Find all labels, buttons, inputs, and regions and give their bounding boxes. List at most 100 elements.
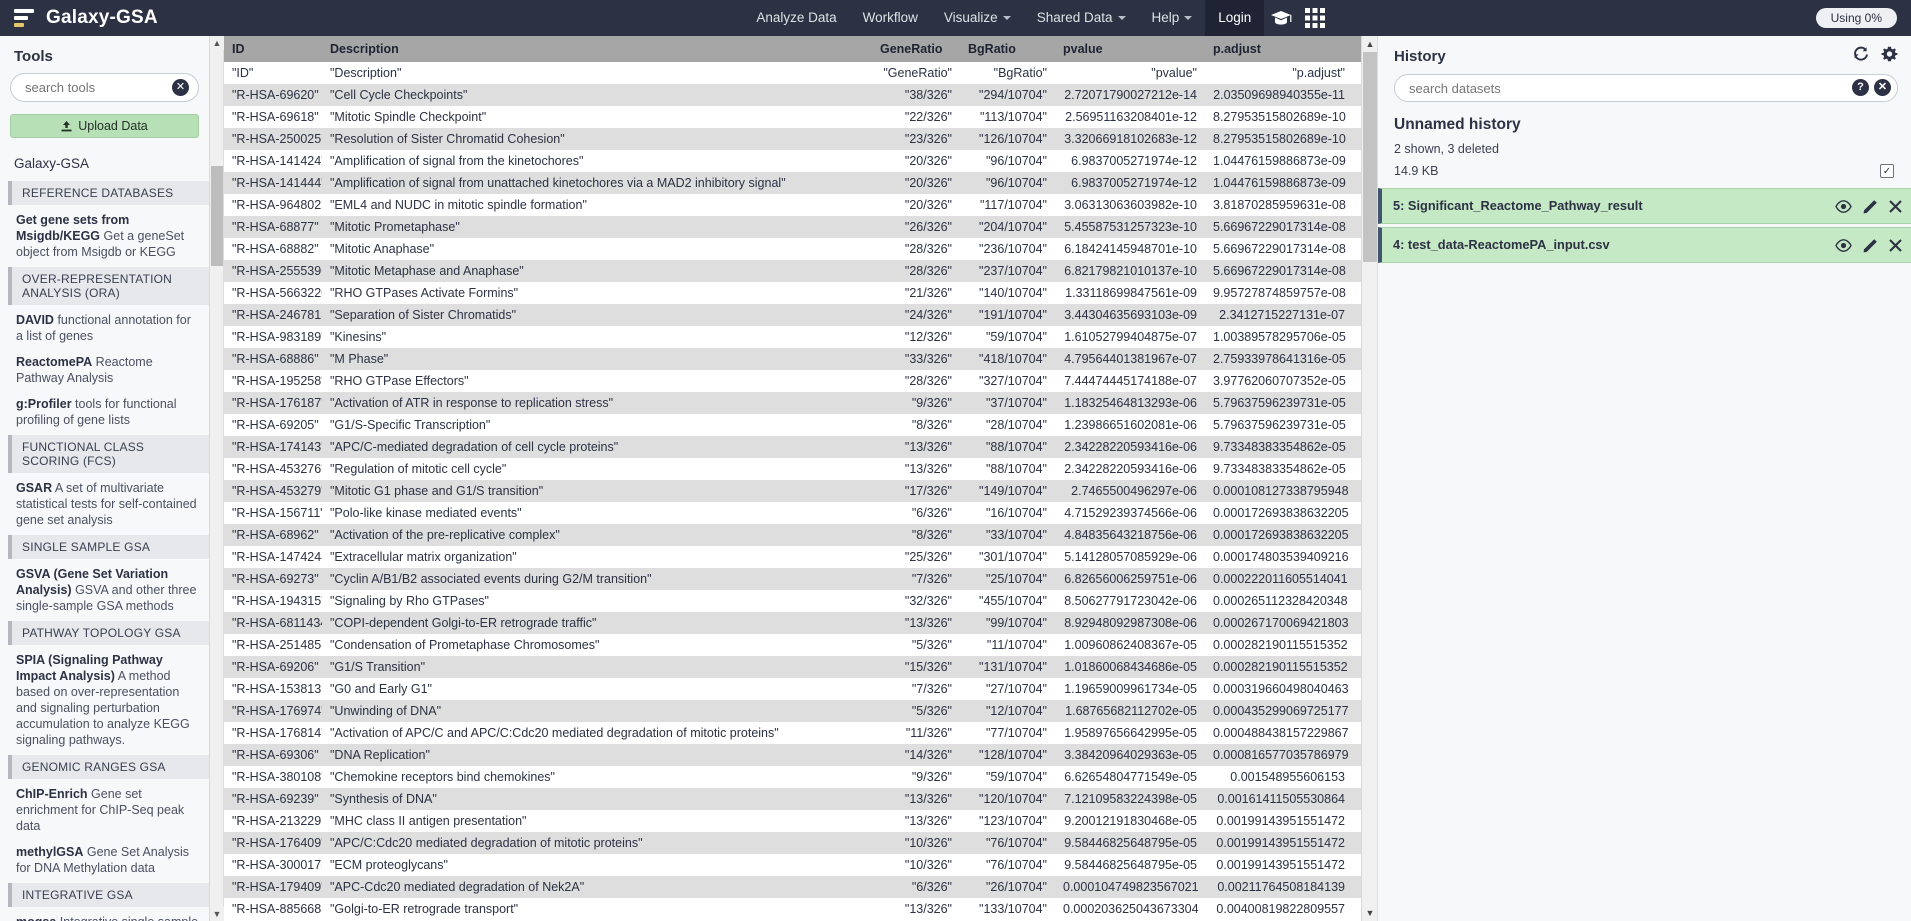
table-row[interactable]: "R-HSA-9648025" "EML4 and NUDC in mitotic… (224, 194, 1361, 216)
nav-workflow[interactable]: Workflow (850, 0, 931, 36)
scroll-thumb[interactable] (1363, 52, 1377, 262)
grid-apps-icon[interactable] (1298, 0, 1332, 36)
tool-chip-enrich[interactable]: ChIP-Enrich Gene set enrichment for ChIP… (8, 781, 209, 839)
table-row[interactable]: "R-HSA-141424" "Amplification of signal f… (224, 150, 1361, 172)
column-header-generatio[interactable]: GeneRatio (872, 36, 960, 62)
table-row[interactable]: "R-HSA-68886" "M Phase" "33/326" "418/10704… (224, 348, 1361, 370)
table-row[interactable]: "ID" "Description" "GeneRatio" "BgRatio" "pv… (224, 62, 1361, 84)
table-row[interactable]: "R-HSA-2514853" "Condensation of Prometap… (224, 634, 1361, 656)
tool-gsar[interactable]: GSAR A set of multivariate statistical t… (8, 475, 209, 533)
history-name[interactable]: Unnamed history (1378, 108, 1911, 136)
eye-icon[interactable] (1835, 239, 1852, 252)
tool-search-input[interactable] (10, 73, 199, 102)
table-row[interactable]: "R-HSA-68882" "Mitotic Anaphase" "28/326" "… (224, 238, 1361, 260)
upload-data-button[interactable]: Upload Data (10, 114, 199, 138)
column-header-description[interactable]: Description (322, 36, 872, 62)
tool-gsva[interactable]: GSVA (Gene Set Variation Analysis) GSVA … (8, 561, 209, 619)
scroll-thumb[interactable] (211, 166, 223, 266)
table-row[interactable]: "R-HSA-2500257" "Resolution of Sister Chr… (224, 128, 1361, 150)
table-row[interactable]: "R-HSA-176974" "Unwinding of DNA" "5/326" "… (224, 700, 1361, 722)
table-row[interactable]: "R-HSA-5663220" "RHO GTPases Activate For… (224, 282, 1361, 304)
tool-section-genomic-ranges-gsa[interactable]: GENOMIC RANGES GSA (8, 755, 209, 779)
table-row[interactable]: "R-HSA-68962" "Activation of the pre-repl… (224, 524, 1361, 546)
tool-david[interactable]: DAVID functional annotation for a list o… (8, 307, 209, 349)
history-search-input[interactable] (1394, 74, 1898, 102)
eye-icon[interactable] (1835, 200, 1852, 213)
refresh-icon[interactable] (1852, 46, 1869, 66)
table-row[interactable]: "R-HSA-176187" "Activation of ATR in resp… (224, 392, 1361, 414)
table-row[interactable]: "R-HSA-174143" "APC/C-mediated degradatio… (224, 436, 1361, 458)
pencil-icon[interactable] (1863, 199, 1878, 214)
tool-reactomepa[interactable]: ReactomePA Reactome Pathway Analysis (8, 349, 209, 391)
dataset-item[interactable]: 4: test_data-ReactomePA_input.csv (1378, 227, 1911, 263)
close-icon[interactable] (1889, 200, 1902, 213)
table-row[interactable]: "R-HSA-68877" "Mitotic Prometaphase" "26/3… (224, 216, 1361, 238)
table-row[interactable]: "R-HSA-194315" "Signaling by Rho GTPases"… (224, 590, 1361, 612)
nav-analyze-data[interactable]: Analyze Data (743, 0, 849, 36)
table-row[interactable]: "R-HSA-156711" "Polo-like kinase mediated… (224, 502, 1361, 524)
brand[interactable]: Galaxy-GSA (0, 7, 260, 29)
table-row[interactable]: "R-HSA-69620" "Cell Cycle Checkpoints" "38… (224, 84, 1361, 106)
tool-section-fcs[interactable]: FUNCTIONAL CLASS SCORING (FCS) (8, 435, 209, 473)
tool-spia[interactable]: SPIA (Signaling Pathway Impact Analysis)… (8, 647, 209, 753)
tool-get-gene-sets[interactable]: Get gene sets from Msigdb/KEGG Get a gen… (8, 207, 209, 265)
table-row[interactable]: "R-HSA-69618" "Mitotic Spindle Checkpoint… (224, 106, 1361, 128)
table-row[interactable]: "R-HSA-453279" "Mitotic G1 phase and G1/S… (224, 480, 1361, 502)
clear-search-icon[interactable]: ✕ (1874, 79, 1891, 96)
tool-section-integrative-gsa[interactable]: INTEGRATIVE GSA (8, 883, 209, 907)
table-row[interactable]: "R-HSA-69306" "DNA Replication" "14/326" "1… (224, 744, 1361, 766)
table-row[interactable]: "R-HSA-983189" "Kinesins" "12/326" "59/1070… (224, 326, 1361, 348)
table-row[interactable]: "R-HSA-179409" "APC-Cdc20 mediated degrad… (224, 876, 1361, 898)
gear-icon[interactable] (1881, 46, 1898, 66)
column-header-id[interactable]: ID (224, 36, 322, 62)
table-row[interactable]: "R-HSA-195258" "RHO GTPase Effectors" "28/… (224, 370, 1361, 392)
column-header-padjust[interactable]: p.adjust (1205, 36, 1353, 62)
scroll-up-arrow-icon[interactable]: ▲ (1362, 36, 1378, 52)
table-row[interactable]: "R-HSA-6811434" "COPI-dependent Golgi-to-… (224, 612, 1361, 634)
column-header-pvalue[interactable]: pvalue (1055, 36, 1205, 62)
pencil-icon[interactable] (1863, 238, 1878, 253)
column-header-bgratio[interactable]: BgRatio (960, 36, 1055, 62)
scroll-down-arrow-icon[interactable]: ▼ (1362, 905, 1378, 921)
table-row[interactable]: "R-HSA-8856688" "Golgi-to-ER retrograde t… (224, 898, 1361, 920)
table-row[interactable]: "R-HSA-3000178" "ECM proteoglycans" "10/32… (224, 854, 1361, 876)
table-scroll-region[interactable]: ID Description GeneRatio BgRatio pvalue … (224, 36, 1361, 921)
table-row[interactable]: "R-HSA-453276" "Regulation of mitotic cel… (224, 458, 1361, 480)
graduation-cap-icon[interactable] (1264, 0, 1298, 36)
history-left-scrollbar[interactable]: ▲ ▼ (1362, 36, 1378, 921)
table-row[interactable]: "R-HSA-2467813" "Separation of Sister Chr… (224, 304, 1361, 326)
scroll-down-arrow-icon[interactable]: ▼ (210, 907, 224, 921)
column-header-qvalue[interactable]: qvalue (1353, 36, 1361, 62)
table-row[interactable]: "R-HSA-2132295" "MHC class II antigen pre… (224, 810, 1361, 832)
table-vertical-scrollbar[interactable]: ▲ ▼ (210, 36, 224, 921)
nav-visualize[interactable]: Visualize (931, 0, 1024, 36)
table-row[interactable]: "R-HSA-69239" "Synthesis of DNA" "13/326" "… (224, 788, 1361, 810)
scroll-up-arrow-icon[interactable]: ▲ (210, 36, 224, 50)
clear-search-icon[interactable]: ✕ (172, 79, 189, 96)
table-row[interactable]: "R-HSA-69206" "G1/S Transition" "15/326" "1… (224, 656, 1361, 678)
tool-section-reference-databases[interactable]: REFERENCE DATABASES (8, 181, 209, 205)
close-icon[interactable] (1889, 239, 1902, 252)
help-icon[interactable]: ? (1852, 79, 1869, 96)
tool-section-pathway-topology-gsa[interactable]: PATHWAY TOPOLOGY GSA (8, 621, 209, 645)
table-row[interactable]: "R-HSA-141444" "Amplification of signal f… (224, 172, 1361, 194)
table-row[interactable]: "R-HSA-69205" "G1/S-Specific Transcriptio… (224, 414, 1361, 436)
tool-mogsa[interactable]: mogsa Integrative single sample gene-set… (8, 909, 209, 921)
tool-section-ora[interactable]: OVER-REPRESENTATION ANALYSIS (ORA) (8, 267, 209, 305)
table-row[interactable]: "R-HSA-2555396" "Mitotic Metaphase and An… (224, 260, 1361, 282)
dataset-item[interactable]: 5: Significant_Reactome_Pathway_result (1378, 188, 1911, 224)
table-row[interactable]: "R-HSA-1538133" "G0 and Early G1" "7/326" "… (224, 678, 1361, 700)
usage-badge[interactable]: Using 0% (1815, 8, 1897, 28)
table-row[interactable]: "R-HSA-1474244" "Extracellular matrix org… (224, 546, 1361, 568)
select-items-icon[interactable]: ✓ (1880, 164, 1894, 178)
tool-section-single-sample-gsa[interactable]: SINGLE SAMPLE GSA (8, 535, 209, 559)
nav-login[interactable]: Login (1205, 0, 1265, 36)
table-row[interactable]: "R-HSA-176814" "Activation of APC/C and A… (224, 722, 1361, 744)
nav-shared-data[interactable]: Shared Data (1024, 0, 1139, 36)
tool-methylgsa[interactable]: methylGSA Gene Set Analysis for DNA Meth… (8, 839, 209, 881)
table-row[interactable]: "R-HSA-69273" "Cyclin A/B1/B2 associated … (224, 568, 1361, 590)
table-row[interactable]: "R-HSA-176409" "APC/C:Cdc20 mediated degr… (224, 832, 1361, 854)
nav-help[interactable]: Help (1139, 0, 1206, 36)
tool-gprofiler[interactable]: g:Profiler tools for functional profilin… (8, 391, 209, 433)
table-row[interactable]: "R-HSA-380108" "Chemokine receptors bind … (224, 766, 1361, 788)
